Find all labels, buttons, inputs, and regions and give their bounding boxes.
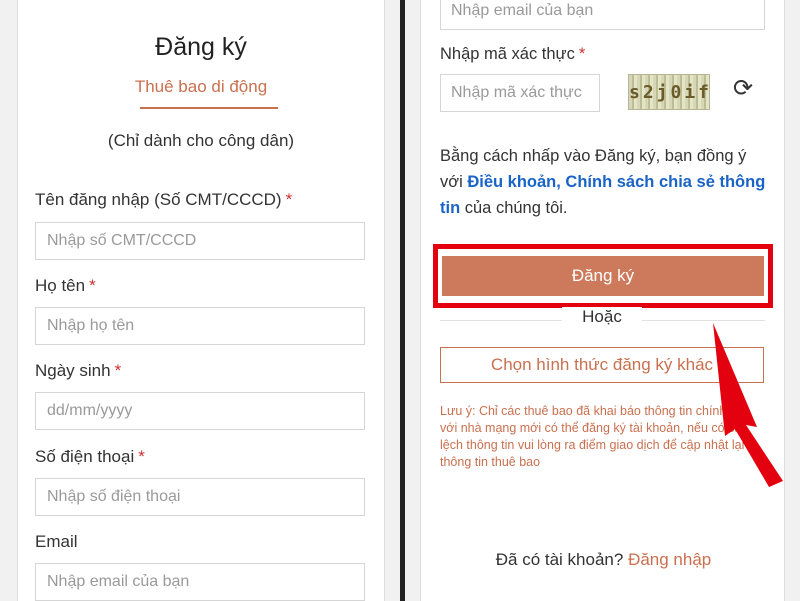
username-label: Tên đăng nhập (Số CMT/CCCD) * [35,190,293,209]
captcha-label: Nhập mã xác thực * [440,45,586,63]
terms-text: Bằng cách nhấp vào Đăng ký, bạn đồng ý v… [440,147,766,217]
username-input[interactable]: Nhập số CMT/CCCD [35,222,365,260]
phone-input[interactable]: Nhập số điện thoại [35,478,365,516]
phone-label: Số điện thoại * [35,447,145,466]
required-mark: * [89,276,96,295]
required-mark: * [578,45,586,63]
or-separator: Hoặc [562,307,642,327]
left-screenshot-panel: Đăng ký Thuê bao di động (Chỉ dành cho c… [0,0,400,601]
tab-active-underline [140,107,278,109]
login-prompt: Đã có tài khoản? Đăng nhập [495,550,712,569]
email-input[interactable]: Nhập email của bạn [35,563,365,601]
register-button[interactable]: Đăng ký [442,256,764,296]
page-title: Đăng ký [155,33,247,61]
captcha-image: s2j0if [628,74,710,110]
login-link[interactable]: Đăng nhập [628,550,711,569]
pointer-arrow-annotation [713,323,783,487]
refresh-icon[interactable]: ⟳ [733,77,753,101]
required-mark: * [138,447,145,466]
required-mark: * [114,361,122,380]
right-screenshot-panel: Nhập email của bạn Nhập mã xác thực * Nhậ… [405,0,800,601]
registration-form-card: Đăng ký Thuê bao di động (Chỉ dành cho c… [17,0,385,601]
email-input[interactable]: Nhập email của bạn [440,0,765,30]
citizen-only-note: (Chỉ dành cho công dân) [107,131,295,150]
captcha-input[interactable]: Nhập mã xác thực [440,74,600,112]
fullname-label: Họ tên * [35,276,96,295]
dob-input[interactable]: dd/mm/yyyy [35,392,365,430]
registration-form-card-continued: Nhập email của bạn Nhập mã xác thực * Nhậ… [420,0,785,601]
email-label: Email [35,532,78,551]
required-mark: * [285,190,293,209]
dob-label: Ngày sinh * [35,361,122,380]
fullname-input[interactable]: Nhập họ tên [35,307,365,345]
tab-mobile-subscriber[interactable]: Thuê bao di động [18,77,384,97]
